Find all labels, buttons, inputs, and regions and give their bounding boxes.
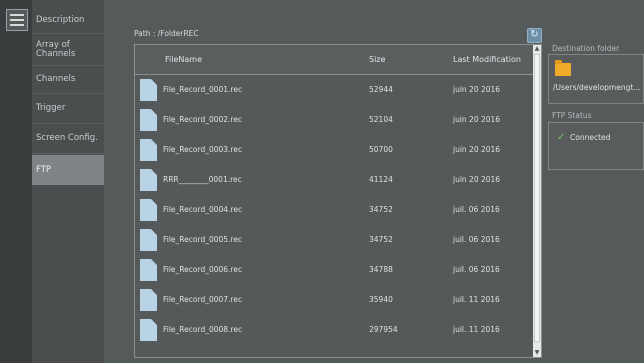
file-name: File_Record_0002.rec <box>163 115 243 124</box>
file-name: File_Record_0003.rec <box>163 145 243 154</box>
file-modified: juil. 06 2016 <box>453 235 500 244</box>
file-modified: juin 20 2016 <box>453 115 501 124</box>
folder-icon <box>555 60 571 76</box>
table-scrollbar[interactable]: ▲ ▼ <box>533 45 541 357</box>
file-icon <box>140 289 157 311</box>
file-modified: juil. 06 2016 <box>453 265 500 274</box>
scroll-down-icon[interactable]: ▼ <box>533 349 541 357</box>
file-size: 52104 <box>369 115 393 124</box>
sidebar-item-screen-config[interactable]: Screen Config. <box>32 124 104 154</box>
file-size: 52944 <box>369 85 393 94</box>
ftp-status-title: FTP Status <box>552 111 592 120</box>
file-size: 34788 <box>369 265 393 274</box>
file-modified: juil. 11 2016 <box>453 325 500 334</box>
sidebar-item-description[interactable]: Description <box>32 8 104 34</box>
file-modified: juin 20 2016 <box>453 85 501 94</box>
destination-folder-title: Destination folder <box>552 44 620 53</box>
file-icon <box>140 139 157 161</box>
table-row[interactable]: File_Record_0007.rec 35940 juil. 11 2016 <box>135 285 533 315</box>
table-row[interactable]: File_Record_0004.rec 34752 juil. 06 2016 <box>135 195 533 225</box>
scroll-up-icon[interactable]: ▲ <box>533 45 541 53</box>
hamburger-menu-icon[interactable] <box>6 9 28 31</box>
table-row[interactable]: File_Record_0008.rec 297954 juil. 11 201… <box>135 315 533 345</box>
file-name: File_Record_0004.rec <box>163 205 243 214</box>
file-name: File_Record_0007.rec <box>163 295 243 304</box>
file-icon <box>140 259 157 281</box>
file-size: 35940 <box>369 295 393 304</box>
file-name: File_Record_0008.rec <box>163 325 243 334</box>
table-row[interactable]: File_Record_0003.rec 50700 juin 20 2016 <box>135 135 533 165</box>
refresh-icon[interactable]: ↻ <box>527 28 542 43</box>
file-icon <box>140 109 157 131</box>
file-size: 41124 <box>369 175 393 184</box>
current-path: Path : /FolderREC <box>134 29 199 38</box>
file-size: 50700 <box>369 145 393 154</box>
file-icon <box>140 229 157 251</box>
sidebar-item-channels[interactable]: Channels <box>32 66 104 94</box>
column-header-last-modification[interactable]: Last Modification <box>453 55 521 64</box>
destination-path: /Users/developmengt... <box>553 83 641 92</box>
file-table: FileName Size Last Modification File_Rec… <box>134 44 542 358</box>
table-row[interactable]: File_Record_0001.rec 52944 juin 20 2016 <box>135 75 533 105</box>
file-name: RRR________0001.rec <box>163 175 242 184</box>
file-size: 34752 <box>369 205 393 214</box>
left-strip <box>0 0 32 363</box>
file-name: File_Record_0001.rec <box>163 85 243 94</box>
column-header-size[interactable]: Size <box>369 55 385 64</box>
table-row[interactable]: File_Record_0002.rec 52104 juin 20 2016 <box>135 105 533 135</box>
file-size: 297954 <box>369 325 398 334</box>
file-modified: juin 20 2016 <box>453 175 501 184</box>
table-header: FileName Size Last Modification <box>135 45 533 75</box>
sidebar-item-ftp[interactable]: FTP <box>32 155 104 185</box>
check-icon: ✓ <box>557 132 566 143</box>
file-icon <box>140 199 157 221</box>
column-header-filename[interactable]: FileName <box>165 55 202 64</box>
destination-folder-box[interactable]: /Users/developmengt... <box>548 54 644 104</box>
table-row[interactable]: RRR________0001.rec 41124 juin 20 2016 <box>135 165 533 195</box>
sidebar-item-array-of-channels[interactable]: Array of Channels <box>32 34 104 66</box>
file-icon <box>140 79 157 101</box>
file-name: File_Record_0006.rec <box>163 265 243 274</box>
file-modified: juil. 06 2016 <box>453 205 500 214</box>
ftp-status-text: Connected <box>570 133 611 142</box>
file-name: File_Record_0005.rec <box>163 235 243 244</box>
ftp-status-box: ✓ Connected <box>548 122 644 170</box>
file-icon <box>140 319 157 341</box>
file-size: 34752 <box>369 235 393 244</box>
sidebar-item-trigger[interactable]: Trigger <box>32 94 104 124</box>
table-row[interactable]: File_Record_0006.rec 34788 juil. 06 2016 <box>135 255 533 285</box>
table-row[interactable]: File_Record_0005.rec 34752 juil. 06 2016 <box>135 225 533 255</box>
scroll-thumb[interactable] <box>534 54 540 342</box>
sidebar: Description Array of Channels Channels T… <box>32 0 104 363</box>
file-modified: juil. 11 2016 <box>453 295 500 304</box>
file-icon <box>140 169 157 191</box>
file-modified: juin 20 2016 <box>453 145 501 154</box>
